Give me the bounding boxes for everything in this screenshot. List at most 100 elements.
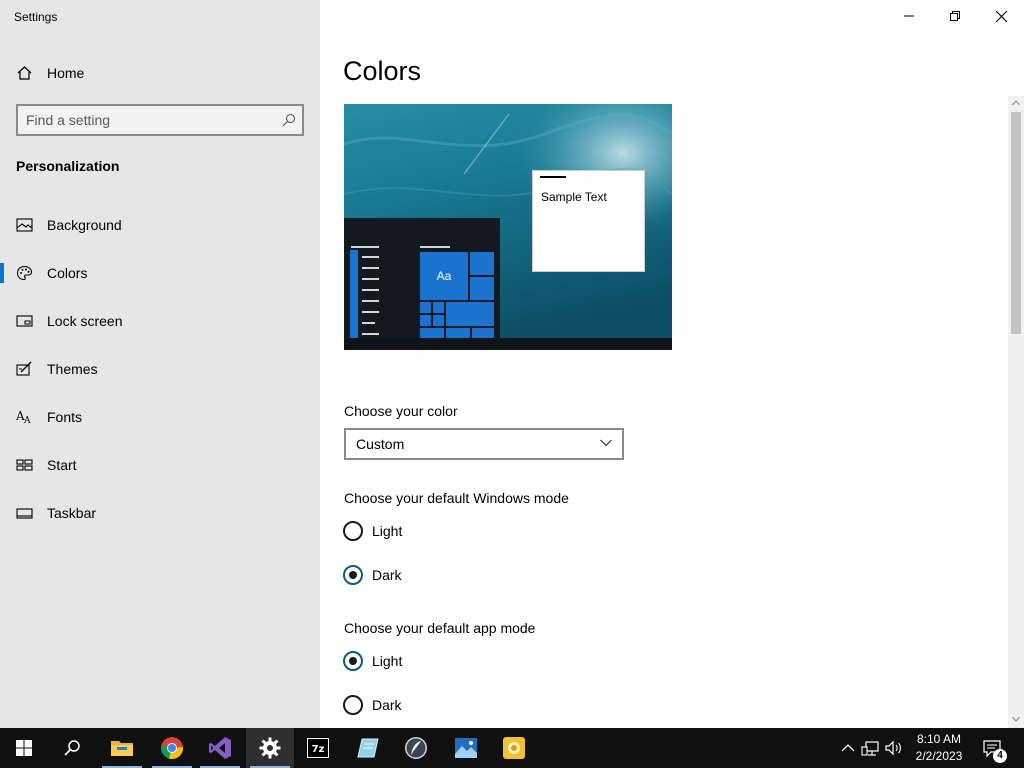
search-box[interactable] xyxy=(16,104,304,136)
preview-window-bar xyxy=(540,176,566,178)
scroll-thumb[interactable] xyxy=(1011,112,1021,334)
nav-fonts[interactable]: A A Fonts xyxy=(0,397,320,437)
taskbar-file-explorer[interactable] xyxy=(98,728,146,768)
taskbar-app-feather[interactable] xyxy=(392,728,440,768)
search-icon[interactable] xyxy=(282,113,296,127)
taskbar-7zip[interactable]: 7z xyxy=(294,728,342,768)
taskbar-photos[interactable] xyxy=(442,728,490,768)
taskbar-app-notepad[interactable] xyxy=(344,728,392,768)
radio-circle[interactable] xyxy=(343,651,363,671)
choose-color-label: Choose your color xyxy=(344,403,458,419)
nav-taskbar[interactable]: Taskbar xyxy=(0,493,320,533)
preview-line xyxy=(362,322,375,324)
preview-line xyxy=(362,333,379,335)
app-mode-dark-radio[interactable]: Dark xyxy=(343,693,402,717)
nav-home-label: Home xyxy=(47,65,85,81)
windows-mode-label: Choose your default Windows mode xyxy=(344,490,569,506)
clock-date: 2/2/2023 xyxy=(915,749,963,763)
nav-background[interactable]: Background xyxy=(0,205,320,245)
yellow-app-icon xyxy=(503,737,525,759)
preview-sample-window: Sample Text xyxy=(532,170,645,272)
windows-logo-icon xyxy=(16,740,32,756)
windows-mode-dark-label: Dark xyxy=(372,567,402,583)
svg-text:A: A xyxy=(23,416,31,425)
nav-lock-screen[interactable]: Lock screen xyxy=(0,301,320,341)
taskbar-chrome[interactable] xyxy=(148,728,196,768)
preview-sample-text: Sample Text xyxy=(541,190,607,204)
start-icon xyxy=(16,459,33,471)
minimize-icon xyxy=(904,15,914,17)
radio-circle[interactable] xyxy=(343,521,363,541)
taskbar-search-button[interactable] xyxy=(48,728,96,768)
palette-icon xyxy=(16,265,33,281)
scrollbar[interactable] xyxy=(1008,96,1024,728)
app-mode-light-label: Light xyxy=(372,653,403,669)
restore-icon xyxy=(950,11,960,21)
restore-button[interactable] xyxy=(932,0,978,32)
preview-line xyxy=(420,246,450,248)
taskbar-icon xyxy=(16,508,33,519)
preview-line xyxy=(362,267,379,269)
nav-start[interactable]: Start xyxy=(0,445,320,485)
app-mode-light-radio[interactable]: Light xyxy=(343,649,402,673)
gear-icon xyxy=(259,737,281,759)
preview-tile xyxy=(470,252,494,275)
preview-tile-aa: Aa xyxy=(420,252,468,300)
clock-time: 8:10 AM xyxy=(916,732,962,746)
section-title: Personalization xyxy=(16,158,120,174)
taskbar: 7z 8:10 AM 2/2/2023 xyxy=(0,728,1024,768)
lock-screen-icon xyxy=(16,315,33,327)
fonts-icon: A A xyxy=(16,409,31,425)
nav-start-label: Start xyxy=(47,457,77,473)
preview-rail xyxy=(350,250,358,338)
close-icon xyxy=(995,10,1007,22)
taskbar-visual-studio[interactable] xyxy=(196,728,244,768)
preview-tile xyxy=(446,328,470,338)
preview-line xyxy=(362,289,379,291)
start-button[interactable] xyxy=(0,728,48,768)
sidebar: Settings Home Personalization Background… xyxy=(0,0,320,728)
folder-icon xyxy=(111,741,133,756)
picture-icon xyxy=(16,218,33,232)
photos-icon xyxy=(455,738,477,758)
volume-icon[interactable] xyxy=(884,738,904,758)
feather-icon xyxy=(405,737,427,759)
taskbar-settings[interactable] xyxy=(246,728,294,768)
choose-color-dropdown[interactable]: Custom xyxy=(344,428,624,460)
preview-tile xyxy=(420,315,431,326)
nav-home[interactable]: Home xyxy=(0,53,320,93)
network-icon[interactable] xyxy=(861,738,881,758)
radio-circle[interactable] xyxy=(343,565,363,585)
page-title: Colors xyxy=(343,56,422,86)
scroll-down-icon[interactable] xyxy=(1012,716,1020,722)
windows-mode-dark-radio[interactable]: Dark xyxy=(343,563,402,587)
svg-text:7z: 7z xyxy=(312,744,325,755)
close-button[interactable] xyxy=(978,0,1024,32)
scroll-up-icon[interactable] xyxy=(1012,100,1020,106)
taskbar-clock[interactable]: 8:10 AM 2/2/2023 xyxy=(906,731,972,765)
minimize-button[interactable] xyxy=(886,0,932,32)
preview-taskbar xyxy=(344,338,672,350)
choose-color-value: Custom xyxy=(356,436,405,452)
preview-tile xyxy=(433,315,444,326)
windows-mode-light-label: Light xyxy=(372,523,403,539)
radio-circle[interactable] xyxy=(343,695,363,715)
preview-line xyxy=(362,300,379,302)
nav-fonts-label: Fonts xyxy=(47,409,83,425)
show-hidden-icons-icon[interactable] xyxy=(838,738,858,758)
windows-mode-light-radio[interactable]: Light xyxy=(343,519,402,543)
app-title: Settings xyxy=(14,10,58,24)
preview-tile xyxy=(420,328,444,338)
preview-line xyxy=(362,278,379,280)
nav-colors[interactable]: Colors xyxy=(0,253,320,293)
taskbar-app-yellow[interactable] xyxy=(490,728,538,768)
themes-icon xyxy=(16,361,32,376)
nav-themes[interactable]: Themes xyxy=(0,349,320,389)
preview-tile xyxy=(472,328,494,338)
preview-tile xyxy=(446,302,494,326)
preview-line xyxy=(362,256,379,258)
preview-tile xyxy=(420,302,431,313)
app-mode-dark-label: Dark xyxy=(372,697,402,713)
notepad-icon xyxy=(357,738,379,758)
search-input[interactable] xyxy=(26,111,266,129)
